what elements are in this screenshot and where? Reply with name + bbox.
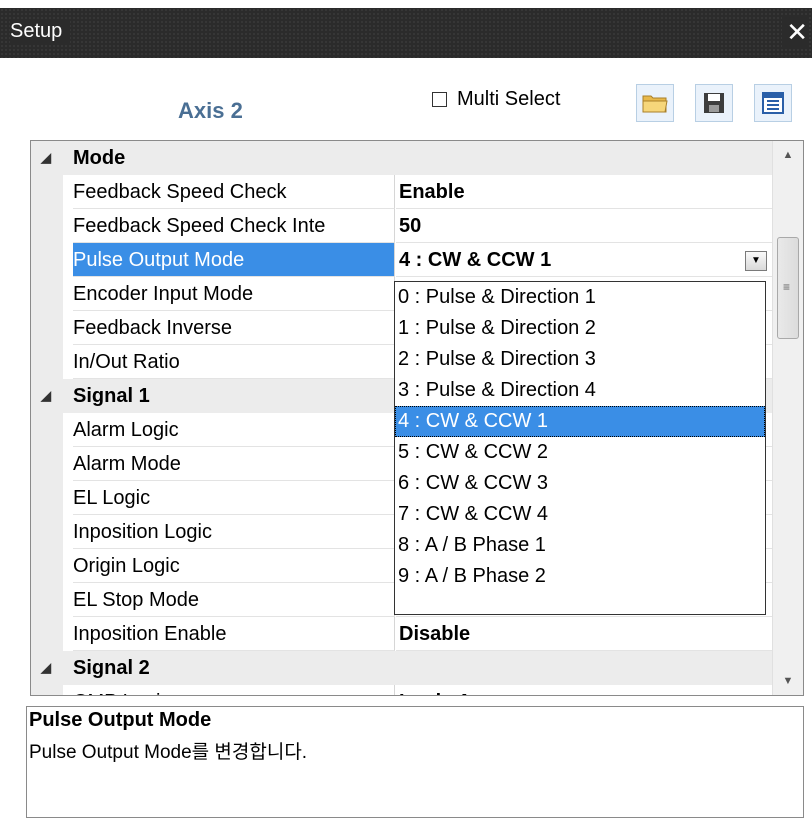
row-gutter: [31, 345, 63, 379]
row-gutter: [31, 175, 63, 209]
property-row[interactable]: Inposition Enable Disable: [31, 617, 773, 651]
grip-icon: ≡: [783, 280, 791, 294]
property-name: Alarm Logic: [73, 413, 395, 447]
category-name: Signal 1: [73, 385, 150, 407]
save-icon: [704, 93, 724, 113]
row-gutter: [31, 311, 63, 345]
collapse-triangle-icon[interactable]: ◢: [41, 651, 51, 685]
property-name: Origin Logic: [73, 549, 395, 583]
row-gutter: [31, 209, 63, 243]
scroll-thumb[interactable]: ≡: [777, 237, 799, 339]
row-gutter: [31, 685, 63, 695]
property-value[interactable]: 50: [396, 209, 773, 243]
dropdown-arrow-icon[interactable]: ▼: [745, 251, 767, 271]
category-name: Mode: [73, 147, 126, 169]
vertical-scrollbar[interactable]: ▲ ≡ ▼: [772, 141, 803, 695]
property-name: Alarm Mode: [73, 447, 395, 481]
row-gutter: [31, 277, 63, 311]
property-row-selected[interactable]: Pulse Output Mode 4 : CW & CCW 1 ▼: [31, 243, 773, 277]
multi-select-checkbox[interactable]: Multi Select: [432, 88, 560, 111]
property-row[interactable]: CMP Logic Logic A: [31, 685, 773, 695]
checkbox-box[interactable]: [432, 92, 447, 107]
multi-select-label: Multi Select: [457, 88, 561, 110]
row-gutter: [31, 447, 63, 481]
dropdown-option[interactable]: 7 : CW & CCW 4: [395, 499, 765, 530]
view-button[interactable]: [754, 84, 792, 122]
property-name: EL Logic: [73, 481, 395, 515]
description-text: Pulse Output Mode를 변경합니다.: [29, 742, 308, 763]
dropdown-option[interactable]: 0 : Pulse & Direction 1: [395, 282, 765, 313]
property-name: CMP Logic: [73, 685, 395, 695]
toolbar: Axis 2 Multi Select: [0, 58, 812, 136]
category-mode[interactable]: ◢ Mode: [31, 141, 773, 175]
property-value[interactable]: Disable: [396, 617, 773, 651]
dropdown-option-highlighted[interactable]: 4 : CW & CCW 1: [395, 406, 765, 437]
dropdown-option[interactable]: 2 : Pulse & Direction 3: [395, 344, 765, 375]
property-name: Feedback Speed Check: [73, 175, 395, 209]
dropdown-option[interactable]: 6 : CW & CCW 3: [395, 468, 765, 499]
axis-label: Axis 2: [178, 98, 243, 123]
scroll-up-icon[interactable]: ▲: [773, 141, 803, 169]
row-gutter: [31, 481, 63, 515]
property-value[interactable]: Logic A: [396, 685, 773, 695]
property-row[interactable]: Feedback Speed Check Enable: [31, 175, 773, 209]
folder-open-icon: [642, 95, 668, 113]
category-name: Signal 2: [73, 657, 150, 679]
property-name: EL Stop Mode: [73, 583, 395, 617]
row-gutter: [31, 549, 63, 583]
row-gutter: [31, 413, 63, 447]
property-name: In/Out Ratio: [73, 345, 395, 379]
open-button[interactable]: [636, 84, 674, 122]
row-gutter: [31, 515, 63, 549]
property-name: Inposition Logic: [73, 515, 395, 549]
collapse-triangle-icon[interactable]: ◢: [41, 141, 51, 175]
row-gutter: [31, 243, 63, 277]
property-name: Feedback Inverse: [73, 311, 395, 345]
row-gutter: [31, 583, 63, 617]
list-view-icon: [762, 92, 784, 114]
property-name: Pulse Output Mode: [73, 243, 395, 277]
property-value[interactable]: Enable: [396, 175, 773, 209]
row-gutter: [31, 617, 63, 651]
dropdown-option[interactable]: 5 : CW & CCW 2: [395, 437, 765, 468]
dropdown-option[interactable]: 3 : Pulse & Direction 4: [395, 375, 765, 406]
title-bar: Setup ✕: [0, 8, 812, 58]
pulse-output-mode-select[interactable]: 4 : CW & CCW 1 ▼: [396, 243, 773, 277]
property-name: Feedback Speed Check Inte: [73, 209, 395, 243]
description-panel: Pulse Output Mode Pulse Output Mode를 변경합…: [26, 706, 804, 818]
selected-value: 4 : CW & CCW 1: [399, 249, 552, 271]
scroll-down-icon[interactable]: ▼: [773, 667, 803, 695]
close-icon[interactable]: ✕: [782, 16, 808, 48]
property-row[interactable]: Feedback Speed Check Inte 50: [31, 209, 773, 243]
dropdown-option[interactable]: 1 : Pulse & Direction 2: [395, 313, 765, 344]
dropdown-option[interactable]: 9 : A / B Phase 2: [395, 561, 765, 592]
category-signal-2[interactable]: ◢ Signal 2: [31, 651, 773, 685]
property-name: Inposition Enable: [73, 617, 395, 651]
save-button[interactable]: [695, 84, 733, 122]
window-title: Setup: [10, 20, 71, 43]
property-name: Encoder Input Mode: [73, 277, 395, 311]
collapse-triangle-icon[interactable]: ◢: [41, 379, 51, 413]
top-strip: [0, 0, 812, 8]
dropdown-option[interactable]: 8 : A / B Phase 1: [395, 530, 765, 561]
pulse-output-mode-dropdown-list[interactable]: 0 : Pulse & Direction 1 1 : Pulse & Dire…: [394, 281, 766, 615]
description-title: Pulse Output Mode: [29, 709, 212, 731]
